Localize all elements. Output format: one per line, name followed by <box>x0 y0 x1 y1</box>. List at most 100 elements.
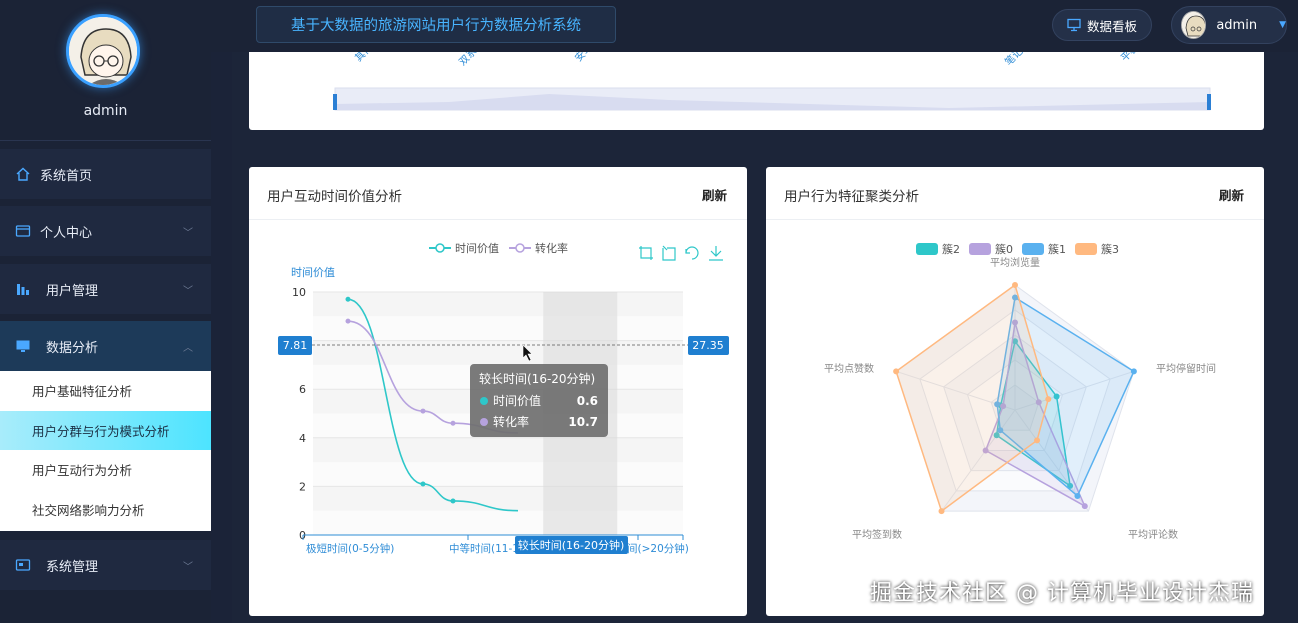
app-title: 基于大数据的旅游网站用户行为数据分析系统 <box>256 6 616 43</box>
avatar-image <box>69 17 137 85</box>
submenu-item-social-influence[interactable]: 社交网络影响力分析 <box>0 490 211 530</box>
dashboard-button[interactable]: 数据看板 <box>1052 9 1152 41</box>
zoom-reset-icon[interactable] <box>662 245 676 261</box>
sidebar: admin 系统首页 个人中心 ﹀ 用户管理 ﹀ 数据分析 ︿ 用户基础特征分析… <box>0 0 211 623</box>
y-tick-label: 10 <box>292 286 306 299</box>
x-tick-label: 极短时间(0-5分钟) <box>306 542 394 555</box>
x-axis-label: 双系统 <box>456 52 486 68</box>
header-username: admin <box>1216 17 1258 33</box>
y-axis: 0246810 <box>292 286 306 542</box>
id-card-icon <box>14 222 32 240</box>
analysis-submenu: 用户基础特征分析 用户分群与行为模式分析 用户互动行为分析 社交网络影响力分析 <box>0 371 211 531</box>
x-tick-label: 间(>20分钟) <box>627 542 689 555</box>
tooltip-row-value: 10.7 <box>568 415 598 429</box>
sidebar-divider <box>0 140 211 141</box>
radar-point <box>1034 437 1041 444</box>
sidebar-item-profile[interactable]: 个人中心 ﹀ <box>0 206 211 256</box>
card-title: 用户行为特征聚类分析 <box>784 189 919 205</box>
grid-band <box>313 486 683 511</box>
legend-label: 转化率 <box>535 241 568 255</box>
download-icon[interactable] <box>709 246 723 261</box>
y-axis-title: 时间价值 <box>291 266 335 279</box>
crosshair-right-value: 27.35 <box>692 339 724 352</box>
settings-card-icon <box>14 556 32 574</box>
legend-item[interactable]: 簇0 <box>969 242 1013 256</box>
top-chart-svg: 其他 双系统 安卓 笔记本 平板 <box>333 38 1211 111</box>
data-point <box>345 318 351 324</box>
legend-label: 簇1 <box>1048 242 1066 256</box>
crosshair-x-label: 较长时间(16-20分钟) <box>515 536 628 554</box>
radar-indicator-label: 平均浏览量 <box>990 256 1040 269</box>
card-title: 用户互动时间价值分析 <box>267 189 402 205</box>
data-point <box>345 296 351 302</box>
radar-indicator-label: 平均停留时间 <box>1156 362 1216 375</box>
legend-item[interactable]: 簇2 <box>916 242 960 256</box>
grid-band <box>313 292 683 317</box>
dashboard-label: 数据看板 <box>1086 18 1137 34</box>
monitor-icon <box>14 337 32 355</box>
crosshair-left-value: 7.81 <box>283 339 308 352</box>
radar-point <box>1081 503 1088 510</box>
legend-item-time-value[interactable]: 时间价值 <box>429 242 499 255</box>
chevron-down-icon: ﹀ <box>183 286 193 297</box>
y-tick-label: 4 <box>299 432 306 445</box>
slider-handle-right[interactable] <box>1207 94 1211 110</box>
x-axis-label: 安卓 <box>572 52 595 64</box>
radar-point <box>938 508 945 515</box>
tooltip-title: 较长时间(16-20分钟) <box>479 371 595 386</box>
legend-item[interactable]: 簇3 <box>1075 242 1119 256</box>
radar-point <box>1045 396 1052 403</box>
radar-point <box>1074 492 1081 499</box>
radar-point <box>1130 368 1137 375</box>
submenu-item-segmentation[interactable]: 用户分群与行为模式分析 <box>0 410 211 450</box>
sidebar-item-analysis[interactable]: 数据分析 ︿ <box>0 321 211 371</box>
crosshair-y-left: 7.81 <box>278 336 312 355</box>
crosshair-y-right: 27.35 <box>688 336 729 355</box>
interaction-time-card: 用户互动时间价值分析 刷新 时间价值 转化率 时间价值 0246810 极短时间… <box>249 167 747 616</box>
legend-label: 簇2 <box>942 242 960 256</box>
user-menu[interactable]: admin ▼ <box>1171 6 1287 44</box>
avatar[interactable] <box>66 14 140 88</box>
data-point <box>450 498 456 504</box>
chevron-down-icon: ﹀ <box>183 562 193 573</box>
grid-band <box>313 510 683 535</box>
sidebar-item-label: 数据分析 <box>46 340 99 356</box>
grid-band <box>313 340 683 365</box>
data-point <box>420 408 426 414</box>
refresh-button[interactable]: 刷新 <box>1219 185 1244 204</box>
tooltip-row-name: 时间价值 <box>493 393 541 408</box>
y-tick-label: 6 <box>299 383 306 396</box>
radar-chart: 簇2 簇0 簇1 簇3 平均浏览量平均停留时间平均评论数 平均签到数 平均点赞数 <box>824 242 1216 541</box>
sidebar-item-home[interactable]: 系统首页 <box>0 149 211 199</box>
cluster-analysis-card: 用户行为特征聚类分析 刷新 簇2 簇0 簇1 簇3 平均浏览量 平均停留时间 平均评论数 平… <box>766 167 1264 616</box>
sidebar-item-system[interactable]: 系统管理 ﹀ <box>0 540 211 590</box>
refresh-button[interactable]: 刷新 <box>702 185 727 204</box>
radar-point <box>1012 282 1018 288</box>
datazoom-slider[interactable] <box>333 87 1211 111</box>
restore-icon[interactable] <box>685 246 699 260</box>
data-point <box>450 420 456 426</box>
grid-band <box>313 437 683 463</box>
radar-indicator-label: 平均点赞数 <box>824 362 874 375</box>
zoom-icon[interactable] <box>639 246 653 260</box>
sidebar-item-label: 用户管理 <box>46 283 99 299</box>
chevron-down-icon: ﹀ <box>183 228 193 239</box>
sidebar-item-label: 系统首页 <box>40 168 93 184</box>
x-axis: 极短时间(0-5分钟) 中等时间(11-1 间(>20分钟) <box>302 534 689 555</box>
top-chart-card: 其他 双系统 安卓 笔记本 平板 <box>249 38 1264 130</box>
slider-handle-left[interactable] <box>333 94 337 110</box>
grid-band <box>313 316 683 341</box>
submenu-item-basic-features[interactable]: 用户基础特征分析 <box>0 371 211 411</box>
legend-item-conversion[interactable]: 转化率 <box>509 241 568 255</box>
sidebar-item-users[interactable]: 用户管理 ﹀ <box>0 264 211 314</box>
radar-point <box>893 368 900 375</box>
sidebar-item-label: 系统管理 <box>46 559 99 575</box>
sidebar-username: admin <box>83 103 128 119</box>
y-tick-label: 2 <box>299 480 306 493</box>
submenu-item-interaction[interactable]: 用户互动行为分析 <box>0 450 211 490</box>
legend-item[interactable]: 簇1 <box>1022 242 1066 256</box>
crosshair-x-value: 较长时间(16-20分钟) <box>518 538 625 552</box>
x-axis-label: 笔记本 <box>1002 52 1032 68</box>
tooltip-row-value: 0.6 <box>577 394 598 408</box>
dashboard-icon <box>1067 18 1081 32</box>
